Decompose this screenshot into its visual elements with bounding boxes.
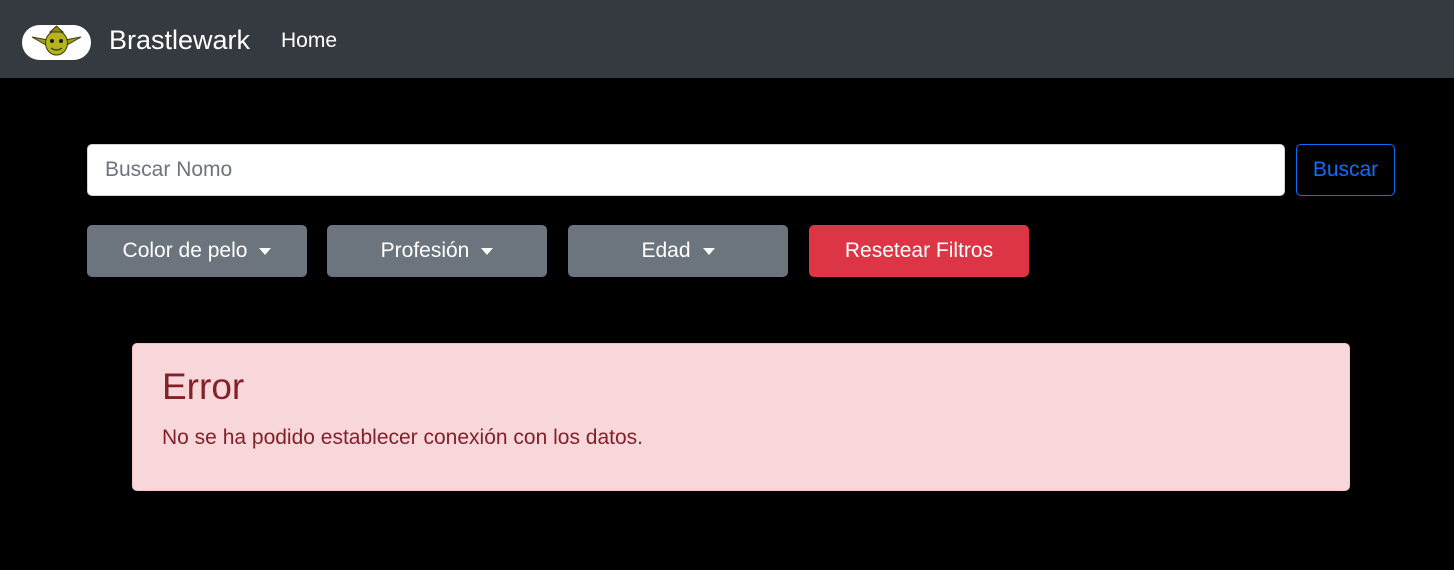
hair-color-dropdown-label: Color de pelo — [122, 239, 248, 262]
goblin-logo-icon[interactable] — [22, 25, 91, 60]
top-navbar: Brastlewark Home — [0, 0, 1454, 78]
chevron-down-icon — [481, 247, 494, 255]
age-dropdown-label: Edad — [641, 239, 691, 262]
nav-link-home[interactable]: Home — [281, 27, 337, 55]
age-dropdown[interactable]: Edad — [568, 225, 788, 277]
reset-filters-button[interactable]: Resetear Filtros — [809, 225, 1029, 277]
alert-heading: Error — [162, 366, 245, 407]
profession-dropdown-label: Profesión — [380, 239, 470, 262]
profession-dropdown[interactable]: Profesión — [327, 225, 547, 277]
chevron-down-icon — [259, 247, 272, 255]
hair-color-dropdown[interactable]: Color de pelo — [87, 225, 307, 277]
search-button[interactable]: Buscar — [1296, 144, 1395, 196]
alert-message: No se ha podido establecer conexión con … — [162, 426, 643, 449]
search-input[interactable] — [87, 144, 1285, 196]
error-alert: Error No se ha podido establecer conexió… — [132, 343, 1350, 491]
brand-name[interactable]: Brastlewark — [109, 22, 250, 58]
chevron-down-icon — [702, 247, 715, 255]
